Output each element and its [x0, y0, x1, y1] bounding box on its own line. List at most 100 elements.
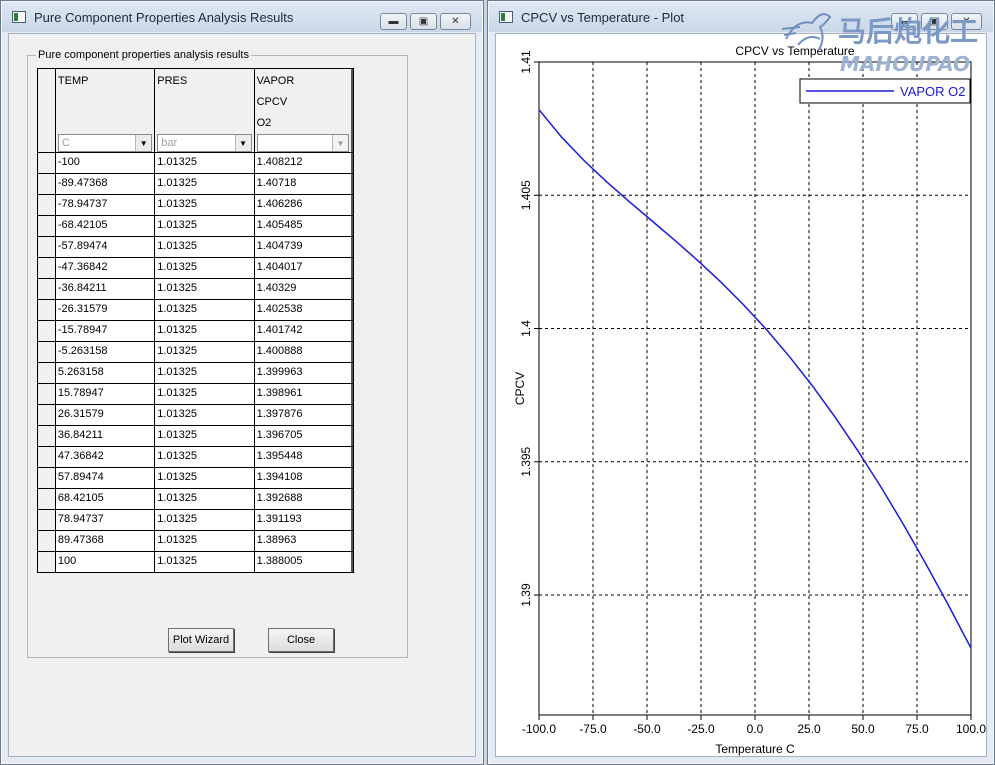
- table-cell[interactable]: 1.408212: [255, 153, 353, 173]
- row-header[interactable]: [38, 552, 56, 572]
- close-icon[interactable]: ✕: [440, 13, 471, 30]
- table-cell[interactable]: 1.401742: [255, 321, 353, 341]
- table-cell[interactable]: 1.405485: [255, 216, 353, 236]
- row-header[interactable]: [38, 153, 56, 173]
- table-cell[interactable]: 1.396705: [255, 426, 353, 446]
- table-cell[interactable]: 100: [56, 552, 156, 572]
- table-cell[interactable]: 1.01325: [155, 489, 255, 509]
- table-cell[interactable]: 5.263158: [56, 363, 156, 383]
- table-row[interactable]: 36.84211 1.01325 1.396705: [38, 425, 353, 446]
- table-cell[interactable]: 1.40718: [255, 174, 353, 194]
- row-header[interactable]: [38, 447, 56, 467]
- table-cell[interactable]: 1.01325: [155, 468, 255, 488]
- table-row[interactable]: 68.42105 1.01325 1.392688: [38, 488, 353, 509]
- table-cell[interactable]: 1.01325: [155, 153, 255, 173]
- table-cell[interactable]: 1.01325: [155, 384, 255, 404]
- table-cell[interactable]: 1.01325: [155, 552, 255, 572]
- minimize-icon[interactable]: ▬: [380, 13, 407, 30]
- table-row[interactable]: -5.263158 1.01325 1.400888: [38, 341, 353, 362]
- table-cell[interactable]: -78.94737: [56, 195, 156, 215]
- table-cell[interactable]: 1.404739: [255, 237, 353, 257]
- table-cell[interactable]: 1.01325: [155, 531, 255, 551]
- table-cell[interactable]: 1.01325: [155, 300, 255, 320]
- chevron-down-icon[interactable]: ▼: [234, 135, 251, 151]
- table-cell[interactable]: 78.94737: [56, 510, 156, 530]
- row-header[interactable]: [38, 426, 56, 446]
- table-cell[interactable]: 1.01325: [155, 195, 255, 215]
- row-header[interactable]: [38, 174, 56, 194]
- table-cell[interactable]: 1.01325: [155, 510, 255, 530]
- table-row[interactable]: -15.78947 1.01325 1.401742: [38, 320, 353, 341]
- table-cell[interactable]: -47.36842: [56, 258, 156, 278]
- row-header[interactable]: [38, 342, 56, 362]
- table-cell[interactable]: 1.01325: [155, 279, 255, 299]
- plot-wizard-button[interactable]: Plot Wizard: [168, 628, 234, 652]
- row-header[interactable]: [38, 405, 56, 425]
- row-header[interactable]: [38, 300, 56, 320]
- table-row[interactable]: 100 1.01325 1.388005: [38, 551, 353, 572]
- table-cell[interactable]: 57.89474: [56, 468, 156, 488]
- table-cell[interactable]: -68.42105: [56, 216, 156, 236]
- table-cell[interactable]: -15.78947: [56, 321, 156, 341]
- table-row[interactable]: -26.31579 1.01325 1.402538: [38, 299, 353, 320]
- table-cell[interactable]: 1.01325: [155, 405, 255, 425]
- table-row[interactable]: -57.89474 1.01325 1.404739: [38, 236, 353, 257]
- table-cell[interactable]: 1.392688: [255, 489, 353, 509]
- table-cell[interactable]: 1.398961: [255, 384, 353, 404]
- table-row[interactable]: -68.42105 1.01325 1.405485: [38, 215, 353, 236]
- table-cell[interactable]: 1.399963: [255, 363, 353, 383]
- table-cell[interactable]: 1.01325: [155, 426, 255, 446]
- table-row[interactable]: 15.78947 1.01325 1.398961: [38, 383, 353, 404]
- table-cell[interactable]: 1.404017: [255, 258, 353, 278]
- table-row[interactable]: 89.47368 1.01325 1.38963: [38, 530, 353, 551]
- row-header[interactable]: [38, 237, 56, 257]
- table-cell[interactable]: 1.01325: [155, 258, 255, 278]
- row-header[interactable]: [38, 468, 56, 488]
- table-cell[interactable]: 1.395448: [255, 447, 353, 467]
- row-header[interactable]: [38, 258, 56, 278]
- table-cell[interactable]: 1.394108: [255, 468, 353, 488]
- close-button[interactable]: Close: [268, 628, 334, 652]
- table-row[interactable]: -78.94737 1.01325 1.406286: [38, 194, 353, 215]
- table-cell[interactable]: 15.78947: [56, 384, 156, 404]
- table-row[interactable]: 26.31579 1.01325 1.397876: [38, 404, 353, 425]
- table-cell[interactable]: 1.391193: [255, 510, 353, 530]
- unit-dropdown[interactable]: C ▼: [57, 134, 153, 152]
- table-cell[interactable]: -5.263158: [56, 342, 156, 362]
- table-row[interactable]: -100 1.01325 1.408212: [38, 152, 353, 173]
- row-header[interactable]: [38, 363, 56, 383]
- results-titlebar[interactable]: Pure Component Properties Analysis Resul…: [2, 2, 482, 32]
- restore-icon[interactable]: ▣: [410, 13, 437, 30]
- table-cell[interactable]: 1.01325: [155, 216, 255, 236]
- table-cell[interactable]: 1.01325: [155, 363, 255, 383]
- table-cell[interactable]: 1.397876: [255, 405, 353, 425]
- table-cell[interactable]: 1.402538: [255, 300, 353, 320]
- table-cell[interactable]: -57.89474: [56, 237, 156, 257]
- table-cell[interactable]: 1.01325: [155, 237, 255, 257]
- table-cell[interactable]: -36.84211: [56, 279, 156, 299]
- table-cell[interactable]: 1.01325: [155, 447, 255, 467]
- table-cell[interactable]: 89.47368: [56, 531, 156, 551]
- row-header[interactable]: [38, 510, 56, 530]
- table-cell[interactable]: -89.47368: [56, 174, 156, 194]
- unit-dropdown[interactable]: bar ▼: [157, 134, 252, 152]
- row-header[interactable]: [38, 279, 56, 299]
- table-row[interactable]: 78.94737 1.01325 1.391193: [38, 509, 353, 530]
- table-cell[interactable]: 1.388005: [255, 552, 353, 572]
- table-row[interactable]: -36.84211 1.01325 1.40329: [38, 278, 353, 299]
- table-row[interactable]: -47.36842 1.01325 1.404017: [38, 257, 353, 278]
- row-header[interactable]: [38, 531, 56, 551]
- table-row[interactable]: 5.263158 1.01325 1.399963: [38, 362, 353, 383]
- table-cell[interactable]: 1.38963: [255, 531, 353, 551]
- table-row[interactable]: 57.89474 1.01325 1.394108: [38, 467, 353, 488]
- table-cell[interactable]: -26.31579: [56, 300, 156, 320]
- table-cell[interactable]: 36.84211: [56, 426, 156, 446]
- row-header[interactable]: [38, 195, 56, 215]
- table-cell[interactable]: 1.01325: [155, 342, 255, 362]
- table-row[interactable]: -89.47368 1.01325 1.40718: [38, 173, 353, 194]
- row-header[interactable]: [38, 321, 56, 341]
- table-row[interactable]: 47.36842 1.01325 1.395448: [38, 446, 353, 467]
- chevron-down-icon[interactable]: ▼: [135, 135, 152, 151]
- table-cell[interactable]: 1.406286: [255, 195, 353, 215]
- table-cell[interactable]: 1.40329: [255, 279, 353, 299]
